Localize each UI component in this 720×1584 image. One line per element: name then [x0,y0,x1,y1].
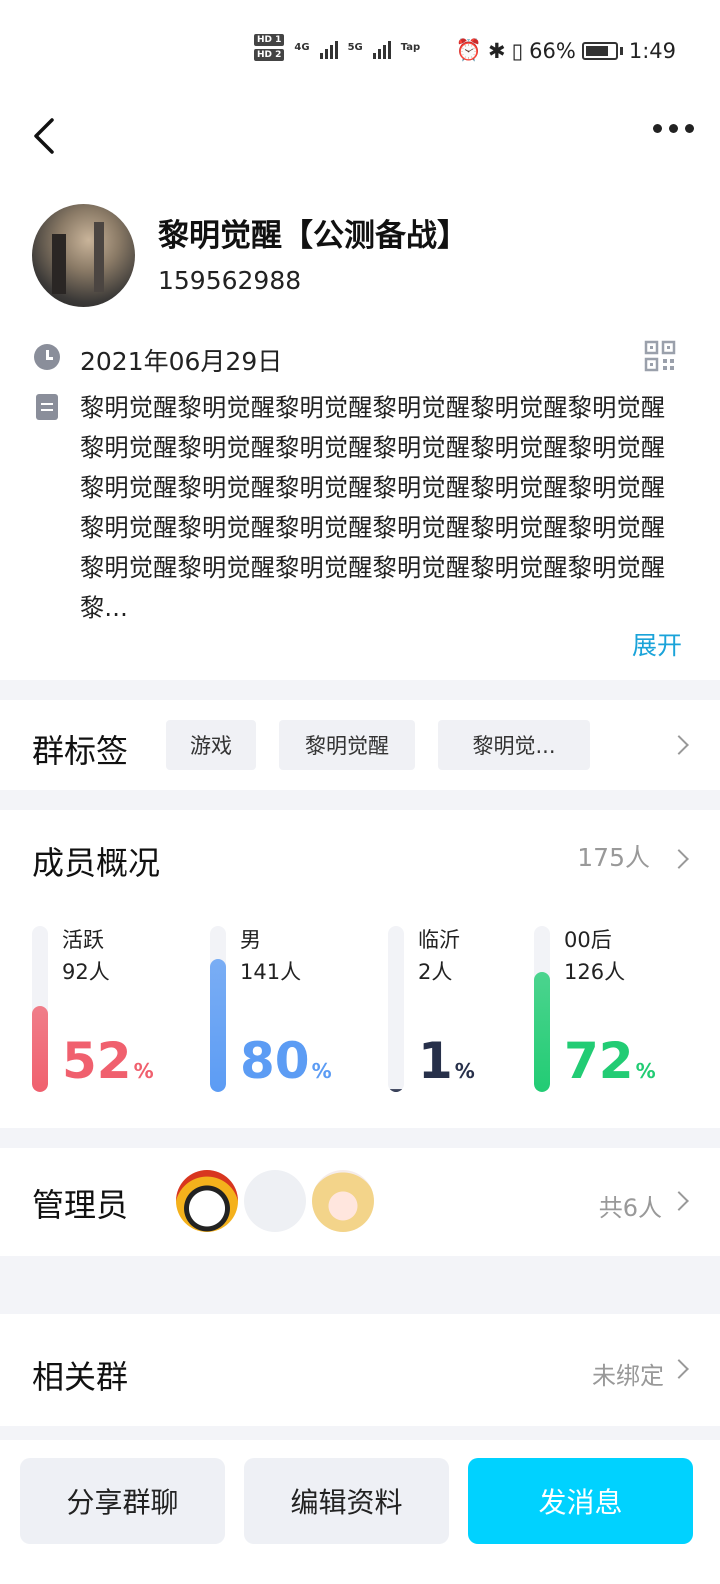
stat-percent: 80% [240,1032,332,1090]
expand-link[interactable]: 展开 [632,626,682,662]
stat-bar [534,926,550,1092]
bottom-action-bar: 分享群聊 编辑资料 发消息 [0,1440,720,1584]
chevron-right-icon [669,1191,689,1211]
group-name: 黎明觉醒【公测备战】 [158,218,468,254]
net2-label: 5G [347,42,363,53]
divider [0,1426,720,1440]
admins-title: 管理员 [32,1186,129,1224]
stat-location: 临沂 2人 1% [388,914,548,1094]
admins-total: 共6人 [598,1194,662,1222]
group-date: 2021年06月29日 [80,347,283,376]
stat-percent-unit: % [311,1059,332,1083]
clock-icon [34,344,60,370]
chevron-right-icon [669,735,689,755]
stat-active: 活跃 92人 52% [32,914,192,1094]
related-title: 相关群 [32,1358,129,1396]
stat-percent: 72% [564,1032,656,1090]
bluetooth-icon: ✱ [487,38,506,63]
battery-tip [619,46,623,55]
stat-bar [388,926,404,1092]
stat-label: 00后 [564,928,612,952]
stat-bar-fill [210,959,226,1092]
tag-chip[interactable]: 黎明觉... [438,720,590,770]
stat-percent: 52% [62,1032,154,1090]
stat-percent-value: 52 [62,1032,132,1090]
battery-percent: 66% [529,38,576,63]
stat-age: 00后 126人 72% [534,914,694,1094]
stat-count: 141人 [240,960,302,984]
share-group-button[interactable]: 分享群聊 [20,1458,225,1544]
alarm-icon: ⏰ [455,38,482,62]
stat-bar [210,926,226,1092]
tag-chip[interactable]: 黎明觉醒 [279,720,415,770]
admin-avatar[interactable] [176,1170,238,1232]
divider [0,680,720,700]
tags-row[interactable]: 群标签 游戏 黎明觉醒 黎明觉... [0,700,720,790]
stat-label: 临沂 [418,928,460,952]
stat-bar-fill [32,1006,48,1092]
more-icon[interactable] [653,124,694,133]
members-count[interactable]: 175人 [577,838,650,874]
status-right: ⏰ ✱ ▯ 66% 1:49 [456,38,676,63]
group-id: 159562988 [158,266,302,295]
tap-label: Tap [400,42,421,53]
divider [0,790,720,810]
nav-bar [0,108,720,164]
tag-chip[interactable]: 游戏 [166,720,256,770]
stat-count: 126人 [564,960,626,984]
qr-code-icon[interactable] [644,340,676,372]
stat-percent-value: 80 [240,1032,310,1090]
stat-bar-fill [388,1089,404,1092]
hd-badges: HD 1 HD 2 [254,34,285,61]
hd1-badge: HD 1 [254,34,285,46]
admin-avatar[interactable] [312,1170,374,1232]
members-section: 成员概况 175人 活跃 92人 52% 男 141人 80% 临沂 2人 1%… [0,810,720,1128]
related-status: 未绑定 [592,1362,664,1390]
clock-time: 1:49 [628,38,676,63]
divider [0,1256,720,1314]
battery-icon [581,41,618,60]
stat-percent-unit: % [133,1059,154,1083]
edit-profile-button[interactable]: 编辑资料 [244,1458,449,1544]
stat-label: 活跃 [62,928,104,952]
stat-count: 92人 [62,960,110,984]
hd2-badge: HD 2 [254,49,285,61]
stat-label: 男 [240,928,261,952]
stat-percent-value: 72 [564,1032,634,1090]
stat-percent-value: 1 [418,1032,453,1090]
stat-percent-unit: % [635,1059,656,1083]
stat-count: 2人 [418,960,453,984]
net1-label: 4G [294,42,310,53]
date-row: 2021年06月29日 [34,340,694,380]
description-icon [36,394,58,420]
admin-avatar[interactable] [244,1170,306,1232]
network-indicators: HD 1 HD 2 4G 5G Tap [254,34,420,61]
send-message-button[interactable]: 发消息 [468,1458,693,1544]
group-description: 黎明觉醒黎明觉醒黎明觉醒黎明觉醒黎明觉醒黎明觉醒黎明觉醒黎明觉醒黎明觉醒黎明觉醒… [80,394,666,622]
signal-icon [372,37,391,59]
stat-male: 男 141人 80% [210,914,370,1094]
divider [0,1128,720,1148]
stat-percent-unit: % [454,1059,475,1083]
stat-bar [32,926,48,1092]
stat-bar-fill [534,972,550,1092]
signal-icon [319,37,338,59]
vibrate-icon: ▯ [511,38,524,63]
related-groups-row[interactable]: 相关群 未绑定 [0,1314,720,1426]
members-title: 成员概况 [32,844,161,882]
group-avatar[interactable] [32,204,135,307]
chevron-right-icon [669,1359,689,1379]
admins-row[interactable]: 管理员 共6人 [0,1148,720,1256]
back-icon[interactable] [30,114,70,158]
stat-percent: 1% [418,1032,475,1090]
status-bar: HD 1 HD 2 4G 5G Tap ⏰ ✱ ▯ 66% 1:49 [0,0,720,100]
chevron-right-icon [669,849,689,869]
tags-title: 群标签 [32,732,129,770]
